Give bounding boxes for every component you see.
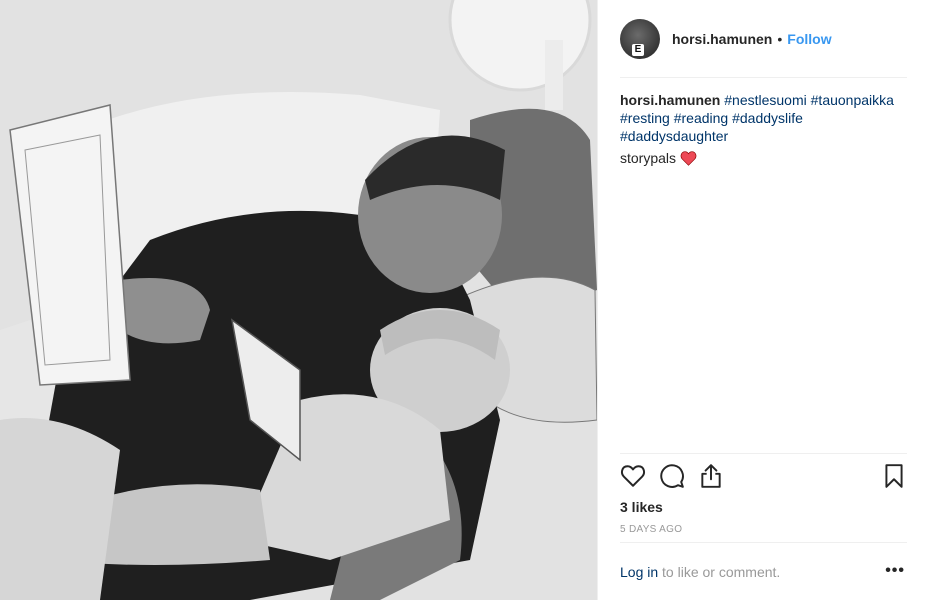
avatar[interactable]: E [620,19,660,59]
login-link[interactable]: Log in [620,564,658,580]
hashtag[interactable]: #reading [674,110,729,126]
caption-username[interactable]: horsi.hamunen [620,92,720,108]
comment-text: storypals [620,150,677,166]
post-photo[interactable] [0,0,597,600]
hashtag[interactable]: #tauonpaikka [811,92,894,108]
post-timestamp[interactable]: 5 DAYS AGO [620,524,682,535]
header-divider [620,77,907,78]
hashtag[interactable]: #nestlesuomi [724,92,807,108]
more-options-button[interactable]: ••• [885,562,905,580]
hashtag[interactable]: #daddysdaughter [620,128,728,144]
instagram-post: E horsi.hamunen • Follow horsi.hamunen #… [0,0,927,600]
login-prompt: Log in to like or comment. [620,564,780,580]
comment-bubble-icon[interactable] [659,463,685,489]
share-upload-icon[interactable] [698,463,724,489]
caption: horsi.hamunen #nestlesuomi #tauonpaikka … [620,91,910,145]
actions-divider [620,453,907,454]
hashtag[interactable]: #resting [620,110,670,126]
action-bar [620,463,907,491]
likes-count[interactable]: 3 likes [620,499,663,515]
header-username[interactable]: horsi.hamunen [672,31,772,47]
photo-scene [0,0,597,600]
comment: storypals [620,150,697,166]
blanket [0,418,120,600]
bookmark-icon[interactable] [881,463,907,489]
footer-divider [620,542,907,543]
post-header: E horsi.hamunen • Follow [620,19,907,59]
hashtag[interactable]: #daddyslife [732,110,803,126]
post-sidebar: E horsi.hamunen • Follow horsi.hamunen #… [597,0,927,600]
red-heart-icon [680,150,697,166]
follow-button[interactable]: Follow [787,31,831,47]
login-prompt-text: to like or comment. [658,564,781,580]
avatar-badge: E [632,44,644,56]
header-separator: • [777,31,783,47]
heart-outline-icon[interactable] [620,463,646,489]
